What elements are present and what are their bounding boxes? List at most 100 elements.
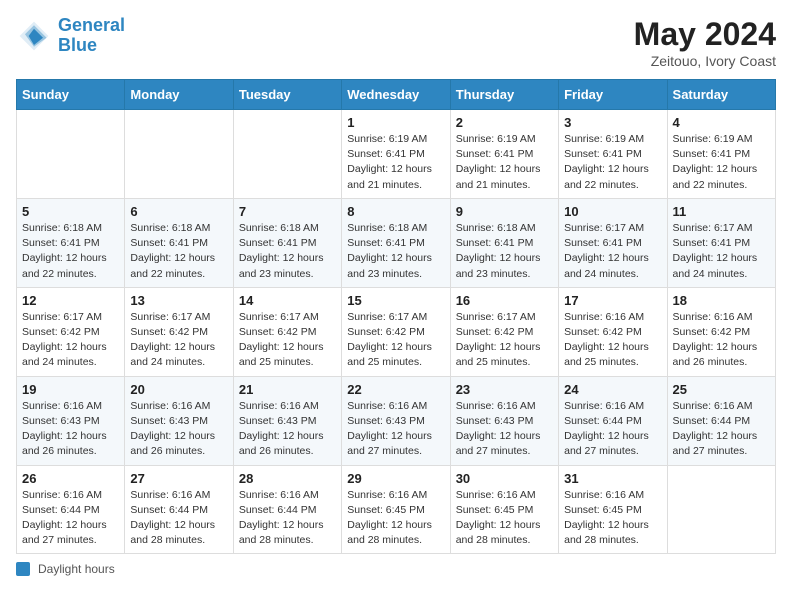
day-info: Sunrise: 6:18 AM Sunset: 6:41 PM Dayligh… [130, 221, 227, 282]
calendar-week-row: 19 Sunrise: 6:16 AM Sunset: 6:43 PM Dayli… [17, 376, 776, 465]
day-number: 27 [130, 471, 227, 486]
day-number: 25 [673, 382, 770, 397]
day-number: 1 [347, 115, 444, 130]
calendar-cell: 23 Sunrise: 6:16 AM Sunset: 6:43 PM Dayli… [450, 376, 558, 465]
day-number: 14 [239, 293, 336, 308]
day-info: Sunrise: 6:16 AM Sunset: 6:44 PM Dayligh… [22, 488, 119, 549]
daylight-icon [16, 562, 30, 576]
day-info: Sunrise: 6:17 AM Sunset: 6:41 PM Dayligh… [673, 221, 770, 282]
day-number: 19 [22, 382, 119, 397]
calendar-body: 1 Sunrise: 6:19 AM Sunset: 6:41 PM Daylig… [17, 110, 776, 554]
day-info: Sunrise: 6:19 AM Sunset: 6:41 PM Dayligh… [456, 132, 553, 193]
day-number: 20 [130, 382, 227, 397]
day-number: 30 [456, 471, 553, 486]
calendar-cell: 17 Sunrise: 6:16 AM Sunset: 6:42 PM Dayli… [559, 287, 667, 376]
day-info: Sunrise: 6:17 AM Sunset: 6:42 PM Dayligh… [239, 310, 336, 371]
day-info: Sunrise: 6:16 AM Sunset: 6:43 PM Dayligh… [239, 399, 336, 460]
day-number: 17 [564, 293, 661, 308]
calendar-table: SundayMondayTuesdayWednesdayThursdayFrid… [16, 79, 776, 554]
month-title: May 2024 [634, 16, 776, 53]
footer: Daylight hours [16, 562, 776, 576]
logo-text: General Blue [58, 16, 125, 56]
day-info: Sunrise: 6:17 AM Sunset: 6:42 PM Dayligh… [22, 310, 119, 371]
calendar-cell: 9Sunrise: 6:18 AM Sunset: 6:41 PM Daylig… [450, 198, 558, 287]
day-number: 11 [673, 204, 770, 219]
calendar-cell: 11 Sunrise: 6:17 AM Sunset: 6:41 PM Dayli… [667, 198, 775, 287]
daylight-label: Daylight hours [38, 562, 115, 576]
day-number: 22 [347, 382, 444, 397]
day-number: 8 [347, 204, 444, 219]
page-header: General Blue May 2024 Zeitouo, Ivory Coa… [16, 16, 776, 69]
day-number: 5 [22, 204, 119, 219]
header-day: Saturday [667, 80, 775, 110]
header-day: Friday [559, 80, 667, 110]
calendar-cell: 21Sunrise: 6:16 AM Sunset: 6:43 PM Dayli… [233, 376, 341, 465]
day-info: Sunrise: 6:16 AM Sunset: 6:44 PM Dayligh… [239, 488, 336, 549]
day-number: 10 [564, 204, 661, 219]
calendar-week-row: 5 Sunrise: 6:18 AM Sunset: 6:41 PM Daylig… [17, 198, 776, 287]
calendar-cell: 8 Sunrise: 6:18 AM Sunset: 6:41 PM Daylig… [342, 198, 450, 287]
calendar-cell: 24Sunrise: 6:16 AM Sunset: 6:44 PM Dayli… [559, 376, 667, 465]
day-info: Sunrise: 6:18 AM Sunset: 6:41 PM Dayligh… [239, 221, 336, 282]
day-info: Sunrise: 6:17 AM Sunset: 6:42 PM Dayligh… [347, 310, 444, 371]
day-number: 24 [564, 382, 661, 397]
logo: General Blue [16, 16, 125, 56]
day-number: 26 [22, 471, 119, 486]
day-info: Sunrise: 6:17 AM Sunset: 6:41 PM Dayligh… [564, 221, 661, 282]
day-number: 15 [347, 293, 444, 308]
day-number: 2 [456, 115, 553, 130]
calendar-cell: 3Sunrise: 6:19 AM Sunset: 6:41 PM Daylig… [559, 110, 667, 199]
title-block: May 2024 Zeitouo, Ivory Coast [634, 16, 776, 69]
calendar-cell: 29Sunrise: 6:16 AM Sunset: 6:45 PM Dayli… [342, 465, 450, 554]
calendar-cell: 13Sunrise: 6:17 AM Sunset: 6:42 PM Dayli… [125, 287, 233, 376]
calendar-cell [233, 110, 341, 199]
header-day: Wednesday [342, 80, 450, 110]
calendar-cell: 15 Sunrise: 6:17 AM Sunset: 6:42 PM Dayli… [342, 287, 450, 376]
day-info: Sunrise: 6:18 AM Sunset: 6:41 PM Dayligh… [347, 221, 444, 282]
day-info: Sunrise: 6:16 AM Sunset: 6:45 PM Dayligh… [564, 488, 661, 549]
calendar-cell [17, 110, 125, 199]
calendar-cell: 28Sunrise: 6:16 AM Sunset: 6:44 PM Dayli… [233, 465, 341, 554]
day-number: 3 [564, 115, 661, 130]
calendar-week-row: 26 Sunrise: 6:16 AM Sunset: 6:44 PM Dayli… [17, 465, 776, 554]
calendar-cell: 18Sunrise: 6:16 AM Sunset: 6:42 PM Dayli… [667, 287, 775, 376]
calendar-cell: 4 Sunrise: 6:19 AM Sunset: 6:41 PM Daylig… [667, 110, 775, 199]
header-day: Tuesday [233, 80, 341, 110]
calendar-cell: 16Sunrise: 6:17 AM Sunset: 6:42 PM Dayli… [450, 287, 558, 376]
day-number: 4 [673, 115, 770, 130]
calendar-cell: 26 Sunrise: 6:16 AM Sunset: 6:44 PM Dayli… [17, 465, 125, 554]
day-number: 13 [130, 293, 227, 308]
calendar-cell: 27Sunrise: 6:16 AM Sunset: 6:44 PM Dayli… [125, 465, 233, 554]
day-info: Sunrise: 6:16 AM Sunset: 6:44 PM Dayligh… [673, 399, 770, 460]
calendar-cell: 31 Sunrise: 6:16 AM Sunset: 6:45 PM Dayli… [559, 465, 667, 554]
header-day: Monday [125, 80, 233, 110]
calendar-cell: 6 Sunrise: 6:18 AM Sunset: 6:41 PM Daylig… [125, 198, 233, 287]
header-row: SundayMondayTuesdayWednesdayThursdayFrid… [17, 80, 776, 110]
calendar-cell [125, 110, 233, 199]
logo-icon [16, 18, 52, 54]
day-info: Sunrise: 6:16 AM Sunset: 6:42 PM Dayligh… [673, 310, 770, 371]
day-number: 31 [564, 471, 661, 486]
calendar-cell: 19 Sunrise: 6:16 AM Sunset: 6:43 PM Dayli… [17, 376, 125, 465]
calendar-cell: 14 Sunrise: 6:17 AM Sunset: 6:42 PM Dayli… [233, 287, 341, 376]
day-info: Sunrise: 6:16 AM Sunset: 6:45 PM Dayligh… [456, 488, 553, 549]
day-info: Sunrise: 6:19 AM Sunset: 6:41 PM Dayligh… [347, 132, 444, 193]
calendar-cell: 10 Sunrise: 6:17 AM Sunset: 6:41 PM Dayli… [559, 198, 667, 287]
calendar-cell: 7 Sunrise: 6:18 AM Sunset: 6:41 PM Daylig… [233, 198, 341, 287]
day-info: Sunrise: 6:16 AM Sunset: 6:43 PM Dayligh… [456, 399, 553, 460]
calendar-cell: 5Sunrise: 6:18 AM Sunset: 6:41 PM Daylig… [17, 198, 125, 287]
day-number: 6 [130, 204, 227, 219]
day-number: 9 [456, 204, 553, 219]
day-number: 23 [456, 382, 553, 397]
day-info: Sunrise: 6:19 AM Sunset: 6:41 PM Dayligh… [673, 132, 770, 193]
day-number: 7 [239, 204, 336, 219]
day-info: Sunrise: 6:16 AM Sunset: 6:45 PM Dayligh… [347, 488, 444, 549]
calendar-week-row: 1 Sunrise: 6:19 AM Sunset: 6:41 PM Daylig… [17, 110, 776, 199]
day-info: Sunrise: 6:17 AM Sunset: 6:42 PM Dayligh… [456, 310, 553, 371]
day-info: Sunrise: 6:16 AM Sunset: 6:43 PM Dayligh… [22, 399, 119, 460]
header-day: Thursday [450, 80, 558, 110]
calendar-cell: 22Sunrise: 6:16 AM Sunset: 6:43 PM Dayli… [342, 376, 450, 465]
day-info: Sunrise: 6:16 AM Sunset: 6:42 PM Dayligh… [564, 310, 661, 371]
calendar-cell: 30 Sunrise: 6:16 AM Sunset: 6:45 PM Dayli… [450, 465, 558, 554]
day-info: Sunrise: 6:16 AM Sunset: 6:43 PM Dayligh… [130, 399, 227, 460]
